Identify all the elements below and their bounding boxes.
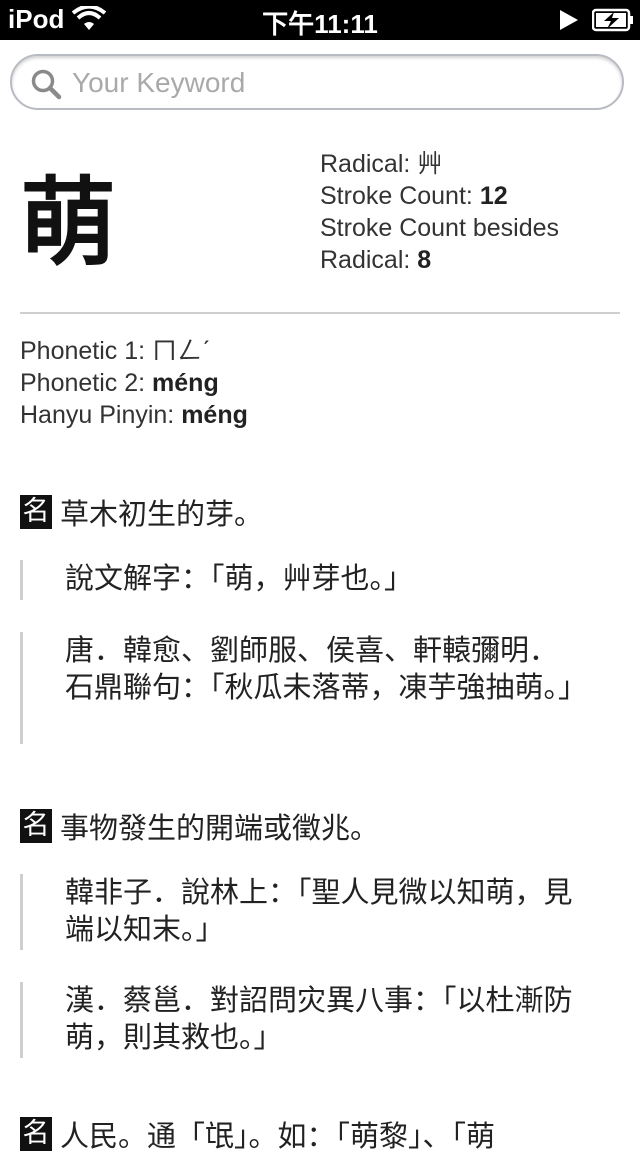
phonetic1-row: Phonetic 1: ㄇㄥˊ xyxy=(20,335,620,367)
definition-item: 名 草木初生的芽。 xyxy=(20,494,620,531)
example-quote: 唐．韓愈、劉師服、侯喜、軒轅彌明．石鼎聯句：「秋瓜未落蒂，凍芋強抽萌。」 xyxy=(20,632,587,744)
part-of-speech-badge: 名 xyxy=(20,1117,52,1151)
stroke-besides-row: Radical: 8 xyxy=(320,244,620,276)
search-field[interactable] xyxy=(10,54,624,110)
example-quote: 漢．蔡邕．對詔問灾異八事：「以杜漸防萌，則其救也。」 xyxy=(20,982,580,1058)
search-bar xyxy=(0,40,640,130)
radical-row: Radical: 艸 xyxy=(320,148,620,180)
stroke-besides-label-line: Stroke Count besides xyxy=(320,214,560,242)
status-bar: iPod 下午11:11 xyxy=(0,0,640,40)
part-of-speech-badge: 名 xyxy=(20,809,52,843)
search-input[interactable] xyxy=(70,62,604,104)
status-time: 下午11:11 xyxy=(262,9,378,39)
play-icon xyxy=(560,10,578,30)
radical-value: 艸 xyxy=(417,150,443,178)
character-header: 萌 Radical: 艸 Stroke Count: 12 Stroke Cou… xyxy=(0,130,640,314)
pinyin-label: Hanyu Pinyin: xyxy=(20,401,175,429)
stroke-besides-label: Radical: xyxy=(320,246,411,274)
stroke-count-value: 12 xyxy=(479,182,508,210)
phonetic2-label: Phonetic 2: xyxy=(20,369,146,397)
example-quote: 說文解字：「萌，艸芽也。」 xyxy=(20,560,580,600)
definition-item: 名 人民。通「氓」。如：「萌黎」、「萌 xyxy=(20,1116,620,1153)
definition-text: 事物發生的開端或徵兆。 xyxy=(60,811,380,845)
stroke-count-row: Stroke Count: 12 xyxy=(320,180,620,212)
character-info: Radical: 艸 Stroke Count: 12 Stroke Count… xyxy=(320,148,620,276)
radical-label: Radical: xyxy=(320,150,411,178)
search-icon xyxy=(31,69,62,100)
definition-text: 草木初生的芽。 xyxy=(60,497,264,531)
pinyin-row: Hanyu Pinyin: méng xyxy=(20,399,620,431)
definition-text: 人民。通「氓」。如：「萌黎」、「萌 xyxy=(60,1119,496,1153)
divider xyxy=(20,312,620,314)
character-glyph: 萌 xyxy=(20,167,116,279)
phonetic1-value: ㄇㄥˊ xyxy=(152,337,211,365)
stroke-count-label: Stroke Count: xyxy=(320,182,473,210)
stroke-besides-value: 8 xyxy=(417,246,432,274)
phonetic2-value: méng xyxy=(152,369,219,397)
battery-charging-icon xyxy=(592,8,633,32)
example-quote: 韓非子．說林上：「聖人見微以知萌，見端以知末。」 xyxy=(20,874,580,950)
part-of-speech-badge: 名 xyxy=(20,495,52,529)
phonetic2-row: Phonetic 2: méng xyxy=(20,367,620,399)
phonetics-block: Phonetic 1: ㄇㄥˊ Phonetic 2: méng Hanyu P… xyxy=(20,335,620,431)
phonetic1-label: Phonetic 1: xyxy=(20,337,146,365)
pinyin-value: méng xyxy=(181,401,248,429)
definition-item: 名 事物發生的開端或徵兆。 xyxy=(20,808,620,845)
